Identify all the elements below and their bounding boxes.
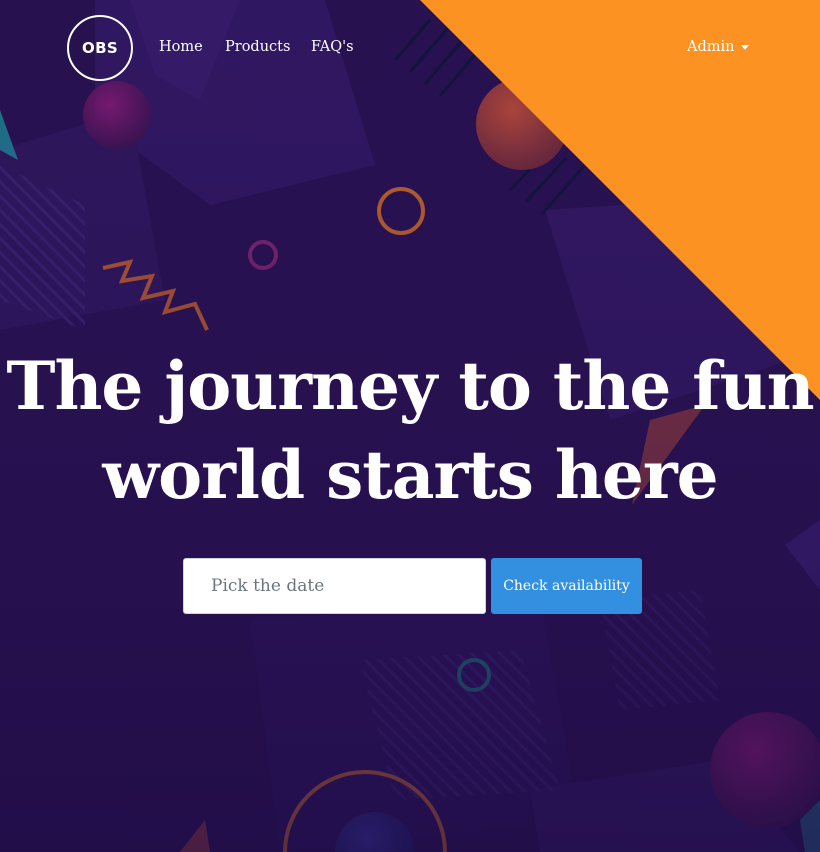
nav-link-faqs[interactable]: FAQ's [311, 39, 354, 55]
hero-title: The journey to the fun world starts here [6, 347, 814, 514]
nav-link-products[interactable]: Products [225, 39, 290, 55]
main-navbar: OBS Home Products FAQ's Admin [0, 0, 820, 100]
admin-label: Admin [687, 39, 735, 55]
nav-link-home[interactable]: Home [159, 39, 203, 55]
date-picker-input[interactable] [183, 558, 486, 614]
logo-text: OBS [82, 39, 118, 57]
check-availability-button[interactable]: Check availability [491, 558, 642, 614]
admin-dropdown[interactable]: Admin [687, 39, 750, 55]
logo[interactable]: OBS [67, 15, 133, 81]
caret-down-icon [741, 44, 750, 50]
